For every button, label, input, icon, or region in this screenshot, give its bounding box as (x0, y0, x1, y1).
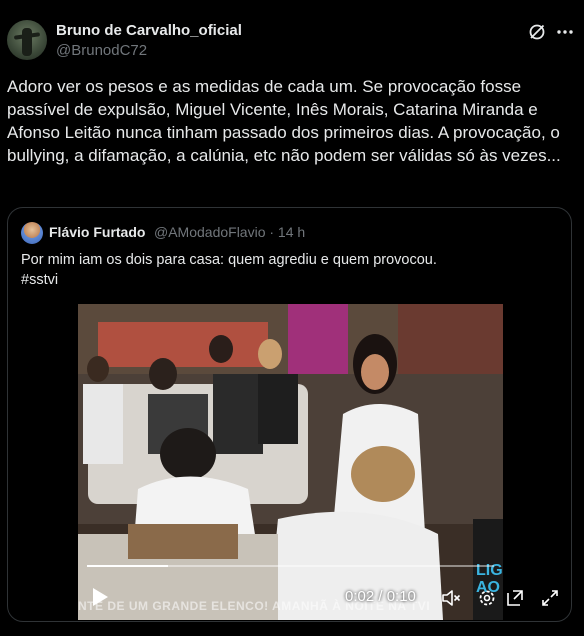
video-frame (78, 304, 503, 620)
quote-author-avatar[interactable] (21, 222, 43, 244)
fullscreen-icon[interactable] (540, 588, 560, 608)
avatar-figure (22, 28, 32, 56)
quote-text: Por mim iam os dois para casa: quem agre… (21, 250, 561, 290)
more-icon[interactable] (555, 22, 575, 42)
video-progress-fill (87, 565, 169, 567)
author-avatar[interactable] (7, 20, 47, 60)
play-icon[interactable] (91, 587, 109, 607)
picture-in-picture-icon[interactable] (505, 588, 525, 608)
quoted-tweet[interactable]: Flávio Furtado @AModadoFlavio · 14 h Por… (7, 207, 572, 622)
author-handle[interactable]: @BrunodC72 (56, 42, 147, 59)
quote-author-handle-time[interactable]: @AModadoFlavio · 14 h (154, 224, 305, 240)
grok-icon[interactable] (527, 22, 547, 42)
mute-icon[interactable] (441, 588, 461, 608)
author-display-name[interactable]: Bruno de Carvalho_oficial (56, 22, 242, 39)
video-player[interactable]: LIG AO NTE DE UM GRANDE ELENCO! AMANHÃ À… (78, 304, 503, 620)
video-time: 0:02 / 0:10 (345, 588, 416, 605)
tweet-text: Adoro ver os pesos e as medidas de cada … (7, 77, 561, 165)
settings-icon[interactable] (477, 588, 497, 608)
quote-author-display-name[interactable]: Flávio Furtado (49, 224, 145, 240)
quote-hashtag[interactable]: #sstvi (21, 270, 561, 290)
quote-text-line: Por mim iam os dois para casa: quem agre… (21, 252, 437, 268)
